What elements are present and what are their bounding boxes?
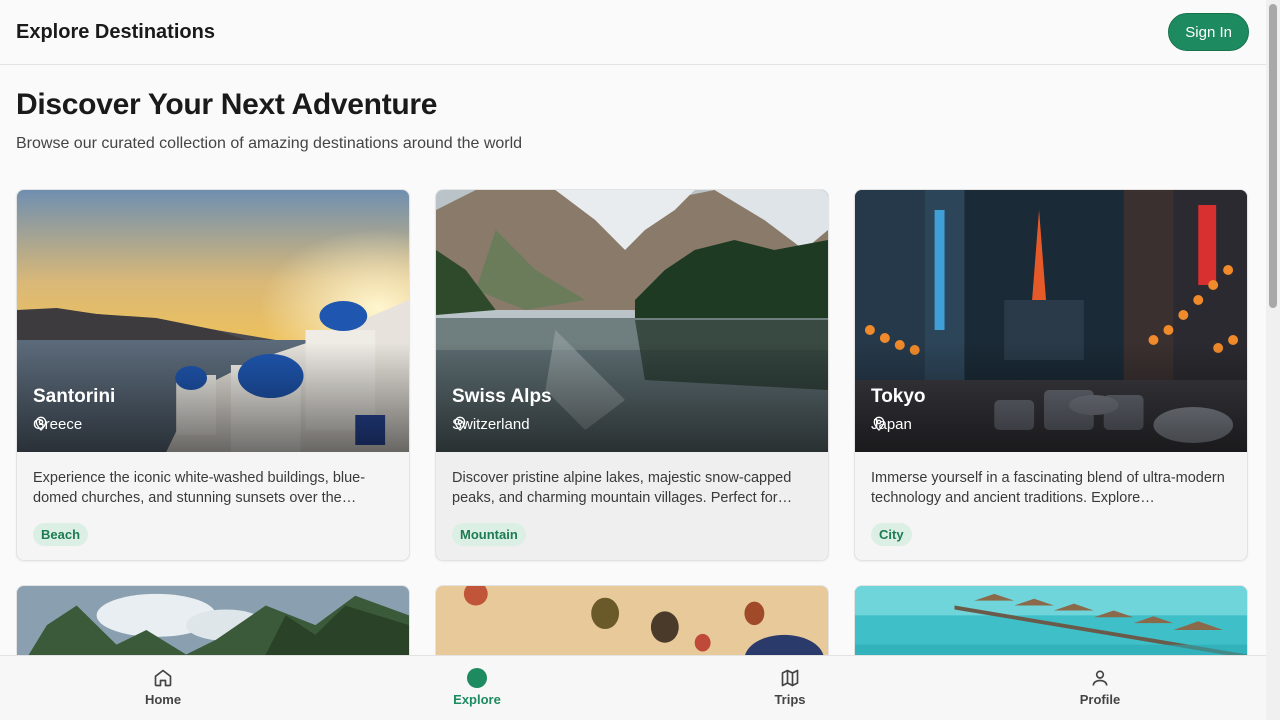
destination-card-santorini[interactable]: Santorini Greece Experience the iconic w… <box>16 189 410 561</box>
hero-subtitle: Browse our curated collection of amazing… <box>16 135 523 152</box>
hero-title: Discover Your Next Adventure <box>16 88 438 121</box>
home-icon <box>154 669 172 687</box>
destination-image: Swiss Alps Switzerland <box>436 190 828 452</box>
map-pin-icon <box>35 416 47 431</box>
nav-label: Trips <box>774 692 806 707</box>
nav-profile[interactable]: Profile <box>1050 668 1150 707</box>
nav-label: Profile <box>1079 692 1121 707</box>
user-icon <box>1092 670 1108 686</box>
destination-name: Swiss Alps <box>452 386 552 407</box>
map-pin-icon <box>873 416 885 431</box>
destination-description: Experience the iconic white-washed build… <box>33 470 366 506</box>
page-scrollbar[interactable] <box>1266 0 1280 720</box>
destination-location: Japan <box>871 416 912 433</box>
destination-card-swiss-alps[interactable]: Swiss Alps Switzerland Discover pristine… <box>435 189 829 561</box>
category-tag: City <box>871 523 912 546</box>
destination-name: Santorini <box>33 386 116 407</box>
nav-home[interactable]: Home <box>113 668 213 707</box>
explore-dot-icon <box>467 668 487 688</box>
bottom-navigation: Home Explore Trips Profile <box>0 655 1266 720</box>
destination-location: Switzerland <box>452 416 530 433</box>
destination-description: Discover pristine alpine lakes, majestic… <box>452 470 793 506</box>
destination-image: Tokyo Japan <box>855 190 1247 452</box>
nav-label: Home <box>144 692 182 707</box>
map-icon <box>781 669 799 687</box>
page-header-title: Explore Destinations <box>16 20 215 43</box>
category-tag: Mountain <box>452 523 526 546</box>
sign-in-button[interactable]: Sign In <box>1168 13 1249 51</box>
destination-image: Santorini Greece <box>17 190 409 452</box>
destination-card-tokyo[interactable]: Tokyo Japan Immerse yourself in a fascin… <box>854 189 1248 561</box>
destination-location: Greece <box>33 416 82 433</box>
destination-name: Tokyo <box>871 386 926 407</box>
top-header: Explore Destinations Sign In <box>0 0 1266 65</box>
destination-description: Immerse yourself in a fascinating blend … <box>871 470 1225 506</box>
map-pin-icon <box>454 416 466 431</box>
nav-explore[interactable]: Explore <box>427 668 527 707</box>
category-tag: Beach <box>33 523 89 546</box>
nav-trips[interactable]: Trips <box>740 668 840 707</box>
nav-label: Explore <box>453 692 501 707</box>
scrollbar-thumb[interactable] <box>1269 4 1277 308</box>
